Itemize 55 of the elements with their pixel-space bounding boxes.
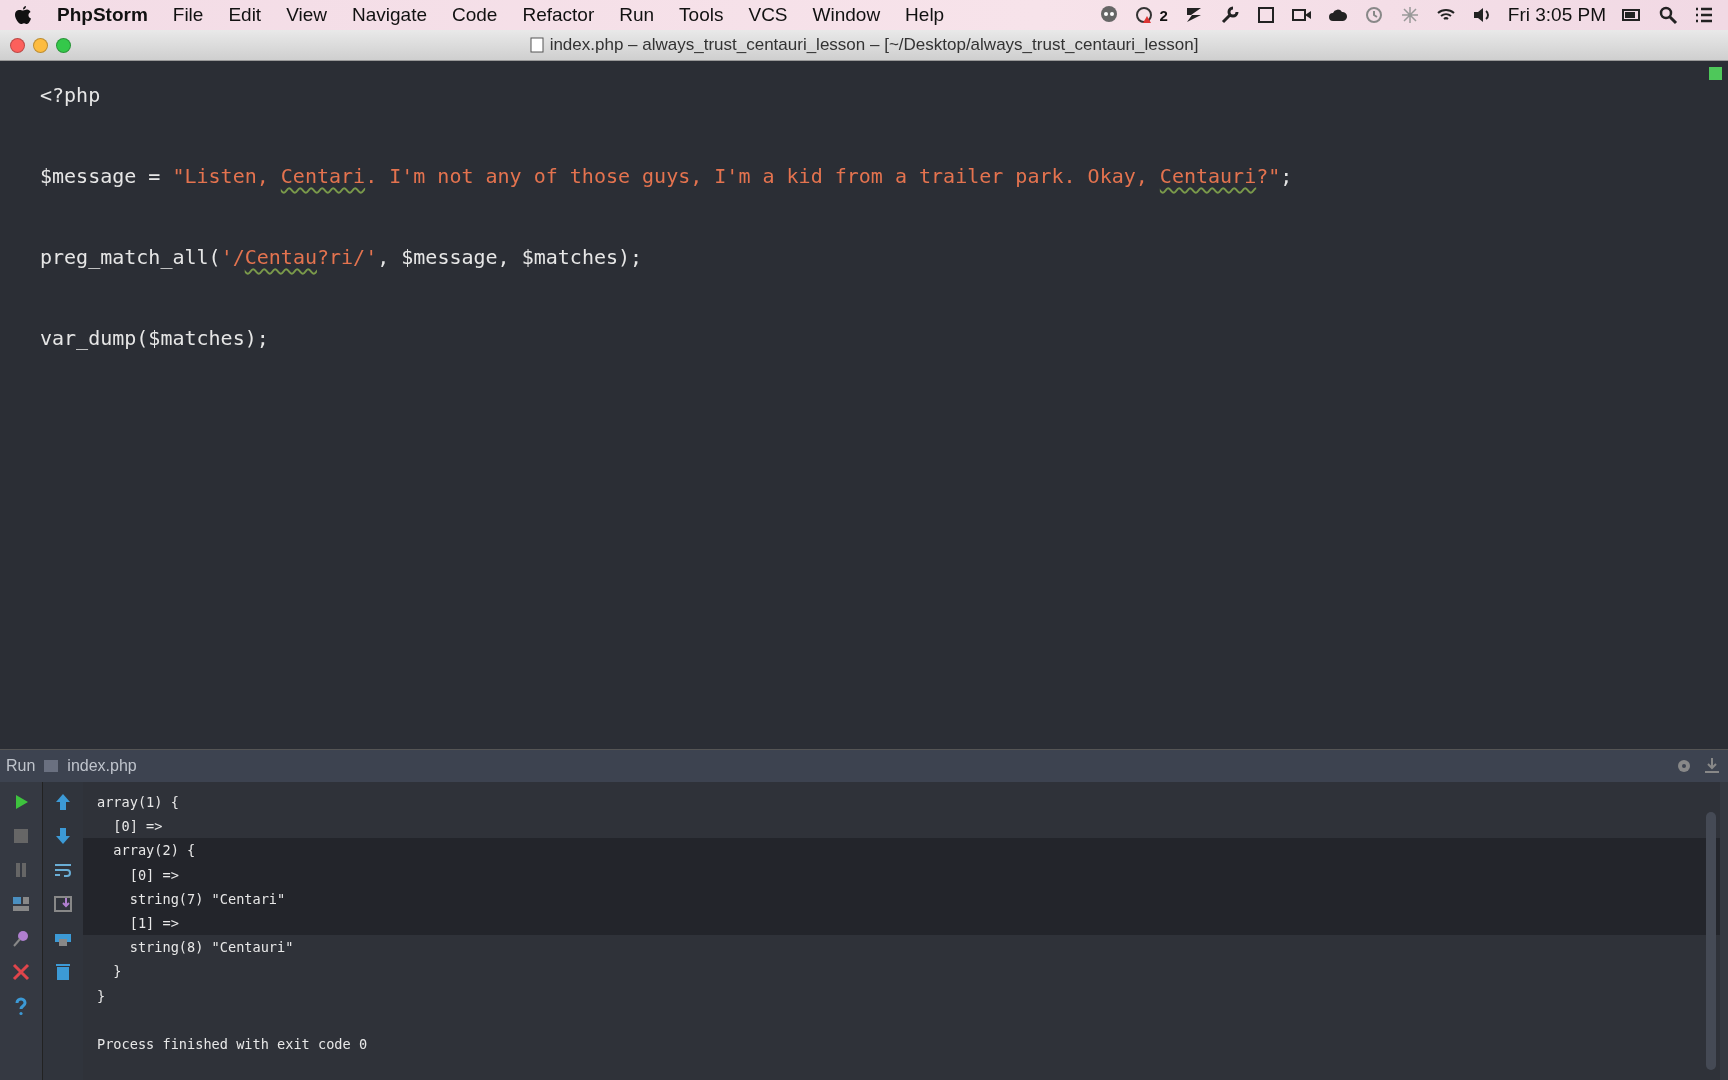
minimize-button[interactable] [33, 37, 48, 53]
close-button[interactable] [10, 37, 25, 53]
clock[interactable]: Fri 3:05 PM [1507, 4, 1606, 26]
code-line: preg_match_all('/Centau?ri/', $message, $matches); [40, 245, 643, 269]
scroll-to-end-icon[interactable] [53, 894, 73, 914]
output-line: Process finished with exit code 0 [97, 1035, 368, 1052]
scrollbar[interactable] [1706, 812, 1716, 1070]
pin-icon[interactable] [11, 928, 31, 948]
status-marker [1709, 67, 1722, 80]
menu-item[interactable]: Navigate [352, 4, 427, 26]
panel-label: Run [6, 757, 36, 775]
speech-bubble-icon[interactable] [1099, 5, 1120, 25]
menu-item[interactable]: File [172, 4, 204, 26]
run-tab[interactable]: index.php [67, 757, 137, 775]
notification-count: 2 [1159, 6, 1168, 24]
download-icon[interactable] [1702, 756, 1722, 776]
search-icon[interactable] [1658, 5, 1678, 25]
output-line: [0] => [128, 866, 179, 883]
code-line: $message = "Listen, Centari. I'm not any of those guys, I'm a kid from a trailer park. Okay, Centauri?"; [40, 164, 1293, 188]
code-line: <?php [40, 83, 101, 107]
wrench-icon[interactable] [1219, 5, 1240, 25]
close-icon[interactable] [11, 962, 31, 982]
output-line: array(1) { [97, 794, 179, 810]
output-line: } [112, 963, 122, 980]
menu-item[interactable]: Edit [228, 4, 262, 26]
menu-item[interactable]: Tools [679, 4, 724, 26]
output-line: [0] => [112, 818, 163, 835]
file-icon [43, 758, 60, 774]
zoom-button[interactable] [56, 37, 71, 53]
arrow-up-icon[interactable] [53, 792, 73, 812]
output-line: [1] => [128, 914, 179, 931]
menu-item[interactable]: Window [812, 4, 881, 26]
file-icon [529, 37, 544, 53]
menu-item[interactable]: Help [905, 4, 945, 26]
window-title: index.php – always_trust_centauri_lesson – [~/Desktop/always_trust_centauri_lesson] [549, 35, 1199, 55]
menu-item[interactable]: Code [452, 4, 498, 26]
menu-item[interactable]: VCS [748, 4, 788, 26]
square-icon[interactable] [1255, 5, 1276, 25]
output-line: array(2) { [112, 842, 196, 859]
code-line: var_dump($matches); [40, 326, 269, 350]
arrow-down-icon[interactable] [53, 826, 73, 846]
clock-icon[interactable] [1363, 5, 1384, 25]
apple-logo-icon [14, 5, 32, 25]
layout-icon[interactable] [11, 894, 31, 914]
trash-icon[interactable] [53, 962, 73, 982]
sparkle-icon[interactable] [1399, 5, 1420, 25]
app-menu[interactable]: PhpStorm [57, 4, 148, 26]
menu-item[interactable]: View [286, 4, 327, 26]
output-line: string(7) "Centari" [128, 890, 286, 907]
menu-item[interactable]: Run [619, 4, 655, 26]
output-line: } [97, 987, 106, 1004]
output-line: string(8) "Centauri" [128, 939, 294, 956]
menu-item[interactable]: Refactor [522, 4, 595, 26]
list-icon[interactable] [1694, 5, 1714, 25]
volume-icon[interactable] [1471, 5, 1492, 25]
